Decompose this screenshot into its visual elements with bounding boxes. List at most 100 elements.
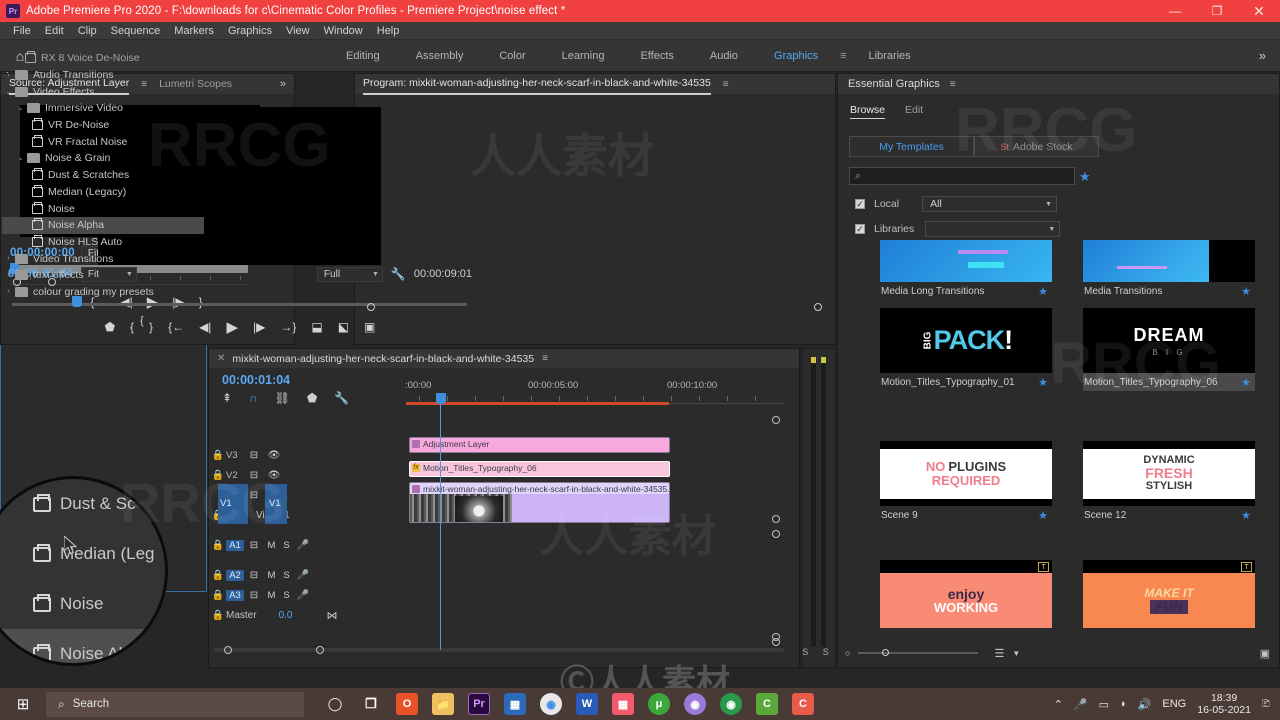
adobe-stock-button[interactable]: St Adobe Stock [974,136,1099,157]
wifi-icon[interactable]: ◗ [1120,698,1127,710]
eye-icon[interactable]: 👁 [264,450,284,461]
tab-program-monitor[interactable]: Program: mixkit-woman-adjusting-her-neck… [363,73,711,95]
list-item[interactable]: › text effects [2,267,204,284]
scrollbar-left-handle[interactable] [224,646,232,654]
marker-icon[interactable]: ⬟ [307,391,317,405]
tree-arrow-icon[interactable]: › [2,272,15,279]
timeline-track-resize-a1[interactable] [772,530,780,538]
timeline-ruler[interactable]: :00:00 00:00:05:00 00:00:10:00 [405,380,785,402]
menu-item-markers[interactable]: Markers [167,22,221,40]
menu-item-sequence[interactable]: Sequence [104,22,168,40]
tab-browse[interactable]: Browse [850,104,886,119]
local-dropdown[interactable]: All ▼ [922,196,1058,212]
tree-arrow-icon[interactable]: ⌄ [14,104,27,112]
workspace-tab-color[interactable]: Color [481,40,543,72]
program-burger-icon[interactable]: ≡ [723,79,729,90]
template-card[interactable]: NO PLUGINS REQUIRED Scene 9 ★ [880,441,1052,524]
camtasia-icon-2[interactable]: C [792,693,814,715]
sync-lock-icon[interactable]: ⊟ [244,570,264,581]
lift-icon[interactable]: ⬓ [311,320,322,334]
lock-icon[interactable]: 🔒 [210,590,226,601]
template-label-row[interactable] [1083,628,1255,646]
template-label-row[interactable]: Scene 12 ★ [1083,506,1255,524]
workspace-more-icon[interactable]: » [1259,48,1266,63]
workspace-tab-libraries[interactable]: Libraries [850,40,928,72]
maximize-button[interactable]: ❐ [1196,0,1238,22]
source-tabs-more-icon[interactable]: » [280,78,286,90]
tree-arrow-icon[interactable]: ⌄ [14,154,27,162]
track-name[interactable]: A3 [226,589,244,601]
master-level-value[interactable]: 0.0 [279,610,293,621]
bittorrent-icon[interactable]: ◉ [684,693,706,715]
step-forward-icon[interactable]: |▶ [253,320,265,334]
menu-item-graphics[interactable]: Graphics [221,22,279,40]
list-item[interactable]: Noise HLS Auto [2,234,204,251]
photos-icon[interactable]: ▦ [612,693,634,715]
taskbar-search[interactable]: ⌕ Search [46,691,304,717]
master-meter-icon[interactable]: ⋈ [326,609,337,622]
go-to-out-icon[interactable]: →} [280,320,296,334]
star-icon[interactable]: ★ [1038,376,1048,389]
timeline-track-resize-v1[interactable] [772,515,780,523]
template-label-row[interactable] [880,628,1052,646]
show-hidden-icons-icon[interactable]: ⌃ [1054,698,1063,711]
template-label-row[interactable]: Scene 9 ★ [880,506,1052,524]
menu-item-help[interactable]: Help [370,22,407,40]
timeline-playhead-handle[interactable] [436,393,446,404]
store-icon[interactable]: ▦ [504,693,526,715]
program-in-point-marker[interactable] [367,303,375,311]
template-label-row[interactable]: Media Transitions ★ [1083,282,1255,300]
track-name[interactable]: A1 [226,539,244,551]
star-icon[interactable]: ★ [1241,376,1251,389]
list-item[interactable]: RX 8 Voice De-Noise [2,50,204,67]
solo-button[interactable]: S [279,590,294,601]
mark-out-icon[interactable]: } [149,320,153,334]
sync-lock-icon[interactable]: ⊟ [244,540,264,551]
snap-icon[interactable]: ∩ [249,391,258,405]
new-item-icon[interactable]: ▣ [1260,647,1270,660]
template-card-selected[interactable]: DREAM B I G Motion_Titles_Typography_06 … [1083,308,1255,391]
menu-item-view[interactable]: View [279,22,317,40]
internet-icon[interactable]: ◉ [720,693,742,715]
eg-burger-icon[interactable]: ≡ [950,79,956,90]
template-card[interactable]: BIG PACK ! Motion_Titles_Typography_01 ★ [880,308,1052,391]
list-item-selected[interactable]: Noise Alpha [2,216,204,234]
list-view-icon[interactable]: ☰ [994,647,1004,660]
template-thumbnail[interactable]: MAKE IT FUN T [1083,560,1255,628]
utorrent-icon[interactable]: μ [648,693,670,715]
template-card[interactable]: enjoy WORKING T [880,560,1052,646]
timeline-timecode[interactable]: 00:00:01:04 [222,373,290,387]
mic-icon[interactable]: 🎤 [294,570,312,581]
eye-icon[interactable]: 👁 [264,470,284,481]
lock-icon[interactable]: 🔒 [210,570,226,581]
timeline-horizontal-scrollbar[interactable] [214,633,784,655]
eg-search-row[interactable]: ⌕ [849,167,1075,185]
timeline-settings-wrench-icon[interactable]: 🔧 [334,391,349,405]
workspace-burger-icon[interactable]: ≡ [836,50,850,62]
nest-icon[interactable]: ⇞ [222,391,232,405]
list-item[interactable]: › Video Transitions [2,250,204,267]
timeline-burger-icon[interactable]: ≡ [542,353,548,364]
list-item[interactable]: › Audio Transitions [2,67,204,84]
clip-adjustment-layer[interactable]: Adjustment Layer [409,437,670,453]
scrollbar-track[interactable] [214,648,784,652]
zoom-slider[interactable] [858,649,979,656]
track-header-master[interactable]: 🔒 Master 0.0 ⋈ [210,605,338,625]
notification-icon[interactable]: 🗈 [1262,695,1270,714]
workspace-tab-audio[interactable]: Audio [692,40,756,72]
template-thumbnail[interactable]: DYNAMIC FRESH STYLISH [1083,441,1255,506]
template-label-row[interactable]: Motion_Titles_Typography_01 ★ [880,373,1052,391]
template-thumbnail[interactable]: enjoy WORKING T [880,560,1052,628]
menu-item-clip[interactable]: Clip [71,22,104,40]
step-back-icon[interactable]: ◀| [199,320,211,334]
solo-button[interactable]: S [279,540,294,551]
mute-button[interactable]: M [264,590,279,601]
template-thumbnail[interactable]: BIG PACK ! [880,308,1052,373]
office-icon[interactable]: O [396,693,418,715]
track-header-v2[interactable]: 🔒 V2 ⊟ 👁 [210,465,284,485]
extract-icon[interactable]: ⬕ [338,320,349,334]
template-card[interactable]: Media Transitions ★ [1083,240,1255,300]
track-header-v3[interactable]: 🔒 V3 ⊟ 👁 [210,445,284,465]
go-to-in-icon[interactable]: {← [168,320,184,334]
list-item[interactable]: VR Fractal Noise [2,133,204,150]
